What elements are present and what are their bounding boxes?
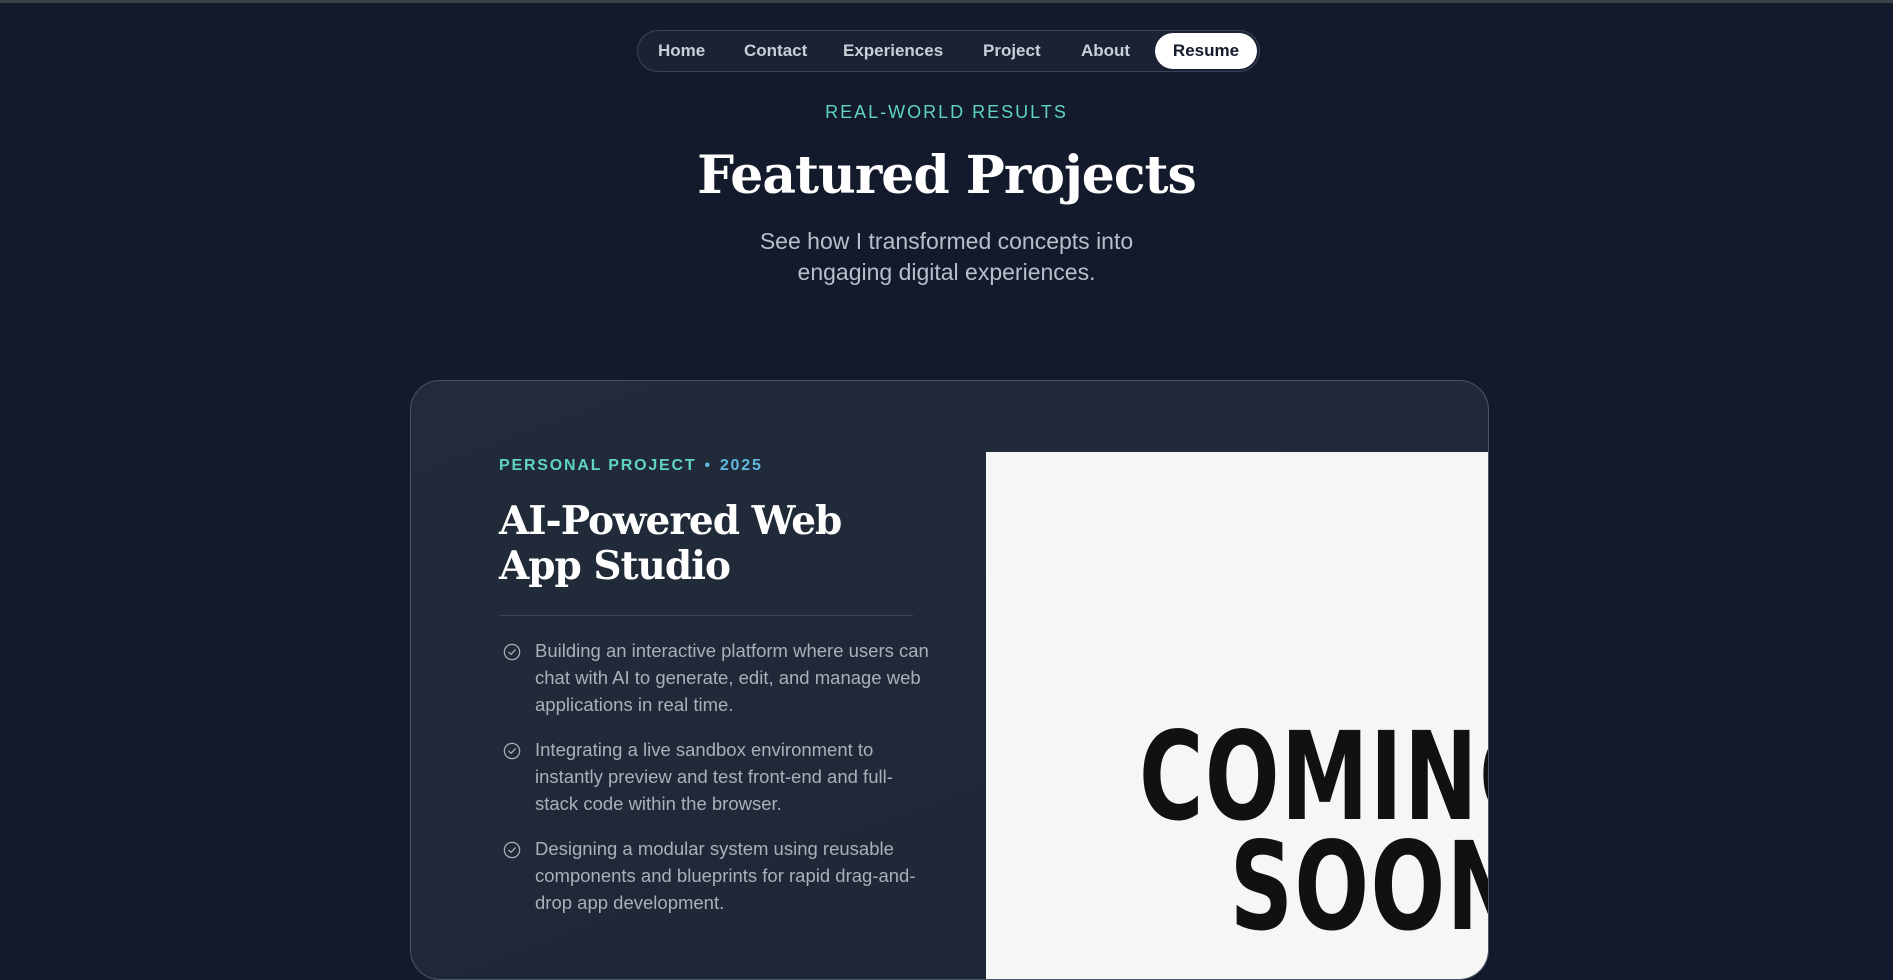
bullet-text: Integrating a live sandbox environment t… [535, 739, 893, 814]
nav-experiences[interactable]: Experiences [843, 31, 943, 71]
list-item: Designing a modular system using reusabl… [499, 835, 929, 916]
bullet-text: Designing a modular system using reusabl… [535, 838, 916, 913]
meta-separator: • [704, 457, 712, 474]
check-circle-icon [503, 742, 521, 760]
section-title: Featured Projects [697, 145, 1197, 206]
nav-about[interactable]: About [1081, 31, 1130, 71]
bullet-text: Building an interactive platform where u… [535, 640, 929, 715]
nav-project[interactable]: Project [983, 31, 1041, 71]
soon-line: SOON [1229, 816, 1488, 958]
nav-home[interactable]: Home [658, 31, 705, 71]
project-preview-image: COMING SOON [986, 452, 1488, 979]
list-item: Building an interactive platform where u… [499, 637, 929, 718]
project-card: PERSONAL PROJECT • 2025 AI-Powered Web App… [410, 380, 1489, 980]
subtitle-line-2: engaging digital experiences. [797, 259, 1096, 285]
divider [499, 615, 913, 616]
nav-contact[interactable]: Contact [744, 31, 807, 71]
check-circle-icon [503, 643, 521, 661]
check-circle-icon [503, 841, 521, 859]
project-year: 2025 [719, 457, 763, 474]
project-title: AI-Powered Web App Studio [499, 498, 842, 589]
project-category: PERSONAL PROJECT [499, 457, 697, 474]
top-navigation: Home Contact Experiences Project About R… [637, 30, 1260, 72]
section-subtitle: See how I transformed concepts into enga… [0, 226, 1893, 288]
coming-soon-text: COMING SOON [1139, 716, 1488, 958]
window-top-border [0, 0, 1893, 3]
subtitle-line-1: See how I transformed concepts into [759, 228, 1134, 254]
project-bullets: Building an interactive platform where u… [499, 637, 929, 934]
nav-resume-button[interactable]: Resume [1155, 33, 1257, 69]
project-meta: PERSONAL PROJECT • 2025 [499, 457, 763, 475]
list-item: Integrating a live sandbox environment t… [499, 736, 929, 817]
section-eyebrow: REAL-WORLD RESULTS [825, 102, 1068, 122]
